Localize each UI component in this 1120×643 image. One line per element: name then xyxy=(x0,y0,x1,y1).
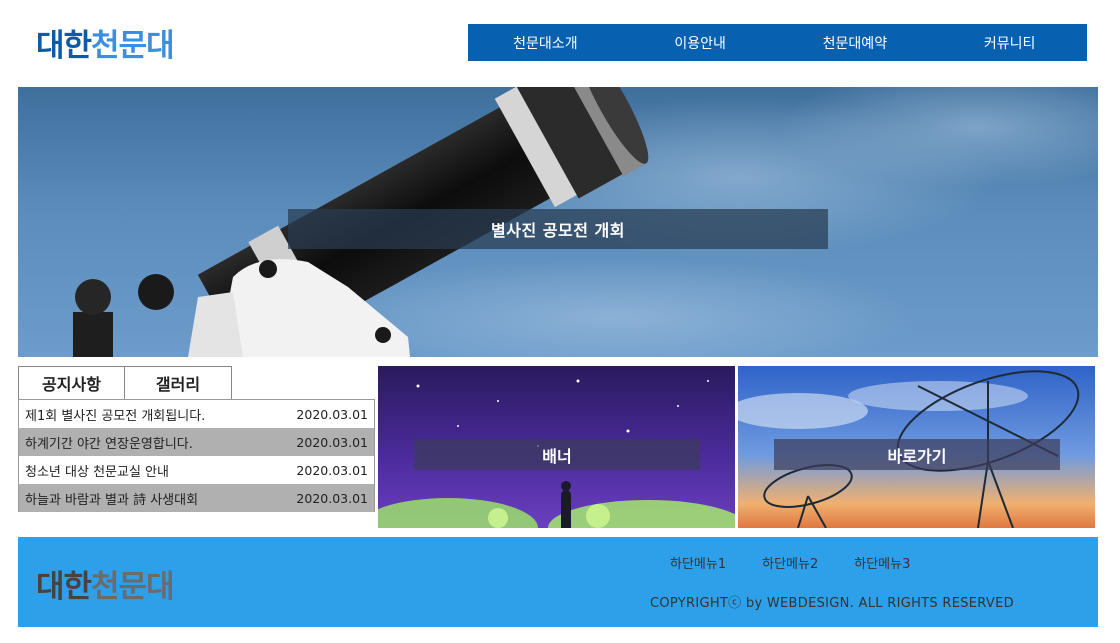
list-item[interactable]: 제1회 별사진 공모전 개회됩니다. 2020.03.01 xyxy=(19,400,374,428)
footer: 대한천문대 하단메뉴1 하단메뉴2 하단메뉴3 COPYRIGHTⓒ by WE… xyxy=(18,537,1098,627)
notice-title: 하늘과 바람과 별과 詩 사생대회 xyxy=(25,492,199,508)
list-item[interactable]: 하계기간 야간 연장운영합니다. 2020.03.01 xyxy=(19,428,374,456)
copyright-text: COPYRIGHTⓒ by WEBDESIGN. ALL RIGHTS RESE… xyxy=(650,596,1014,611)
shortcut-link[interactable]: 바로가기 xyxy=(738,366,1095,528)
banner-label: 배너 xyxy=(414,439,700,470)
footer-menu-item-2[interactable]: 하단메뉴2 xyxy=(762,553,818,572)
nav-item-reservation[interactable]: 천문대예약 xyxy=(778,24,933,61)
nav-item-guide[interactable]: 이용안내 xyxy=(623,24,778,61)
nav-item-about[interactable]: 천문대소개 xyxy=(468,24,623,61)
tab-gallery[interactable]: 갤러리 xyxy=(125,366,232,399)
banner-link[interactable]: 배너 xyxy=(378,366,735,528)
site-logo[interactable]: 대한천문대 xyxy=(36,20,175,65)
list-item[interactable]: 하늘과 바람과 별과 詩 사생대회 2020.03.01 xyxy=(19,484,374,512)
footer-menu-item-1[interactable]: 하단메뉴1 xyxy=(670,553,726,572)
shortcut-label: 바로가기 xyxy=(774,439,1060,470)
footer-menu-item-3[interactable]: 하단메뉴3 xyxy=(854,553,910,572)
notice-title: 하계기간 야간 연장운영합니다. xyxy=(25,436,193,452)
notice-list: 제1회 별사진 공모전 개회됩니다. 2020.03.01 하계기간 야간 연장… xyxy=(18,399,375,512)
logo-text-part2: 천문대 xyxy=(91,28,175,64)
board-tabs: 공지사항 갤러리 xyxy=(18,366,232,399)
notice-title: 제1회 별사진 공모전 개회됩니다. xyxy=(25,408,206,424)
footer-menu: 하단메뉴1 하단메뉴2 하단메뉴3 xyxy=(670,553,910,572)
main-nav: 천문대소개 이용안내 천문대예약 커뮤니티 xyxy=(468,24,1087,61)
list-item[interactable]: 청소년 대상 천문교실 안내 2020.03.01 xyxy=(19,456,374,484)
logo-text-part1: 대한 xyxy=(36,28,92,64)
hero-caption[interactable]: 별사진 공모전 개회 xyxy=(288,209,828,249)
footer-logo[interactable]: 대한천문대 xyxy=(36,561,175,606)
notice-date: 2020.03.01 xyxy=(296,490,368,506)
notice-title: 청소년 대상 천문교실 안내 xyxy=(25,464,169,480)
tab-notice[interactable]: 공지사항 xyxy=(18,366,125,399)
footer-logo-part1: 대한 xyxy=(36,569,92,605)
notice-date: 2020.03.01 xyxy=(296,434,368,450)
notice-date: 2020.03.01 xyxy=(296,462,368,478)
footer-logo-part2: 천문대 xyxy=(91,569,175,605)
hero-slide: 별사진 공모전 개회 xyxy=(18,87,1098,357)
notice-date: 2020.03.01 xyxy=(296,406,368,422)
nav-item-community[interactable]: 커뮤니티 xyxy=(932,24,1087,61)
